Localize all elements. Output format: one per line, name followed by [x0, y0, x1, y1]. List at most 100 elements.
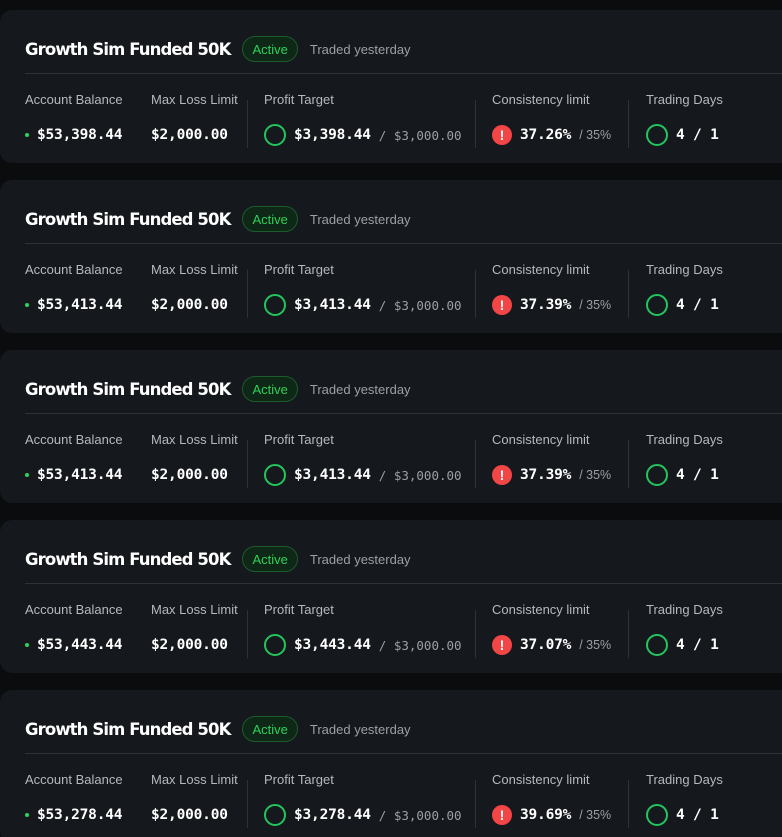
trading-days-value: 4 / 1	[676, 637, 719, 653]
trading-days-label: Trading Days	[646, 262, 723, 277]
metric-divider	[628, 440, 629, 488]
account-balance-label: Account Balance	[25, 602, 123, 617]
live-dot-icon	[25, 473, 29, 477]
account-balance-label: Account Balance	[25, 432, 123, 447]
trading-days-label: Trading Days	[646, 602, 723, 617]
metric-divider	[475, 100, 476, 148]
account-card[interactable]: Growth Sim Funded 50K Active Traded yest…	[0, 10, 782, 163]
account-list: Growth Sim Funded 50K Active Traded yest…	[0, 0, 782, 837]
progress-ring-icon	[264, 634, 286, 656]
metric-divider	[475, 780, 476, 828]
card-divider	[25, 73, 782, 74]
progress-ring-icon	[646, 804, 668, 826]
consistency-current-value: 37.26%	[520, 127, 572, 143]
last-traded-text: Traded yesterday	[309, 551, 411, 567]
account-name[interactable]: Growth Sim Funded 50K	[25, 720, 231, 739]
max-loss-value: $2,000.00	[151, 807, 228, 823]
progress-ring-icon	[264, 464, 286, 486]
max-loss-label: Max Loss Limit	[151, 602, 238, 617]
account-balance-value: $53,278.44	[37, 807, 123, 823]
metric-divider	[247, 440, 248, 488]
account-card[interactable]: Growth Sim Funded 50K Active Traded yest…	[0, 690, 782, 837]
account-name[interactable]: Growth Sim Funded 50K	[25, 40, 231, 59]
live-dot-icon	[25, 813, 29, 817]
metric-divider	[247, 100, 248, 148]
card-header: Growth Sim Funded 50K Active Traded yest…	[25, 374, 411, 404]
progress-ring-icon	[264, 124, 286, 146]
account-balance-value: $53,443.44	[37, 637, 123, 653]
consistency-limit-value: / 35%	[579, 298, 612, 312]
alert-icon: !	[492, 295, 512, 315]
account-balance-value: $53,413.44	[37, 467, 123, 483]
card-divider	[25, 243, 782, 244]
consistency-label: Consistency limit	[492, 432, 590, 447]
profit-current-value: $3,443.44	[294, 637, 371, 653]
trading-days-label: Trading Days	[646, 432, 723, 447]
profit-target-label: Profit Target	[264, 432, 334, 447]
consistency-current-value: 39.69%	[520, 807, 572, 823]
consistency-current-value: 37.39%	[520, 297, 572, 313]
metric-divider	[475, 270, 476, 318]
trading-days-label: Trading Days	[646, 92, 723, 107]
card-header: Growth Sim Funded 50K Active Traded yest…	[25, 544, 411, 574]
status-badge: Active	[242, 716, 298, 742]
account-balance-label: Account Balance	[25, 262, 123, 277]
status-badge: Active	[242, 206, 298, 232]
max-loss-value: $2,000.00	[151, 467, 228, 483]
trading-days-value: 4 / 1	[676, 127, 719, 143]
last-traded-text: Traded yesterday	[309, 381, 411, 397]
last-traded-text: Traded yesterday	[309, 41, 411, 57]
live-dot-icon	[25, 133, 29, 137]
last-traded-text: Traded yesterday	[309, 721, 411, 737]
metric-divider	[475, 610, 476, 658]
trading-days-value: 4 / 1	[676, 807, 719, 823]
consistency-label: Consistency limit	[492, 262, 590, 277]
account-balance-label: Account Balance	[25, 92, 123, 107]
metric-divider	[628, 270, 629, 318]
progress-ring-icon	[646, 294, 668, 316]
consistency-limit-value: / 35%	[579, 128, 612, 142]
max-loss-label: Max Loss Limit	[151, 92, 238, 107]
metric-divider	[475, 440, 476, 488]
card-header: Growth Sim Funded 50K Active Traded yest…	[25, 714, 411, 744]
max-loss-value: $2,000.00	[151, 297, 228, 313]
progress-ring-icon	[646, 124, 668, 146]
account-name[interactable]: Growth Sim Funded 50K	[25, 210, 231, 229]
alert-icon: !	[492, 805, 512, 825]
last-traded-text: Traded yesterday	[309, 211, 411, 227]
max-loss-value: $2,000.00	[151, 127, 228, 143]
account-card[interactable]: Growth Sim Funded 50K Active Traded yest…	[0, 180, 782, 333]
account-card[interactable]: Growth Sim Funded 50K Active Traded yest…	[0, 350, 782, 503]
progress-ring-icon	[646, 634, 668, 656]
account-name[interactable]: Growth Sim Funded 50K	[25, 380, 231, 399]
account-card[interactable]: Growth Sim Funded 50K Active Traded yest…	[0, 520, 782, 673]
metric-divider	[247, 270, 248, 318]
consistency-limit-value: / 35%	[579, 638, 612, 652]
profit-current-value: $3,413.44	[294, 467, 371, 483]
profit-target-label: Profit Target	[264, 262, 334, 277]
profit-current-value: $3,278.44	[294, 807, 371, 823]
account-balance-value: $53,413.44	[37, 297, 123, 313]
profit-target-value: / $3,000.00	[378, 297, 462, 313]
metric-divider	[628, 780, 629, 828]
profit-target-value: / $3,000.00	[378, 807, 462, 823]
card-divider	[25, 413, 782, 414]
profit-target-value: / $3,000.00	[378, 637, 462, 653]
card-divider	[25, 753, 782, 754]
progress-ring-icon	[264, 294, 286, 316]
metric-divider	[247, 780, 248, 828]
card-divider	[25, 583, 782, 584]
account-name[interactable]: Growth Sim Funded 50K	[25, 550, 231, 569]
progress-ring-icon	[646, 464, 668, 486]
status-badge: Active	[242, 36, 298, 62]
max-loss-label: Max Loss Limit	[151, 432, 238, 447]
profit-current-value: $3,398.44	[294, 127, 371, 143]
profit-target-value: / $3,000.00	[378, 127, 462, 143]
alert-icon: !	[492, 465, 512, 485]
consistency-label: Consistency limit	[492, 772, 590, 787]
metric-divider	[628, 100, 629, 148]
live-dot-icon	[25, 643, 29, 647]
card-header: Growth Sim Funded 50K Active Traded yest…	[25, 204, 411, 234]
profit-target-label: Profit Target	[264, 602, 334, 617]
live-dot-icon	[25, 303, 29, 307]
